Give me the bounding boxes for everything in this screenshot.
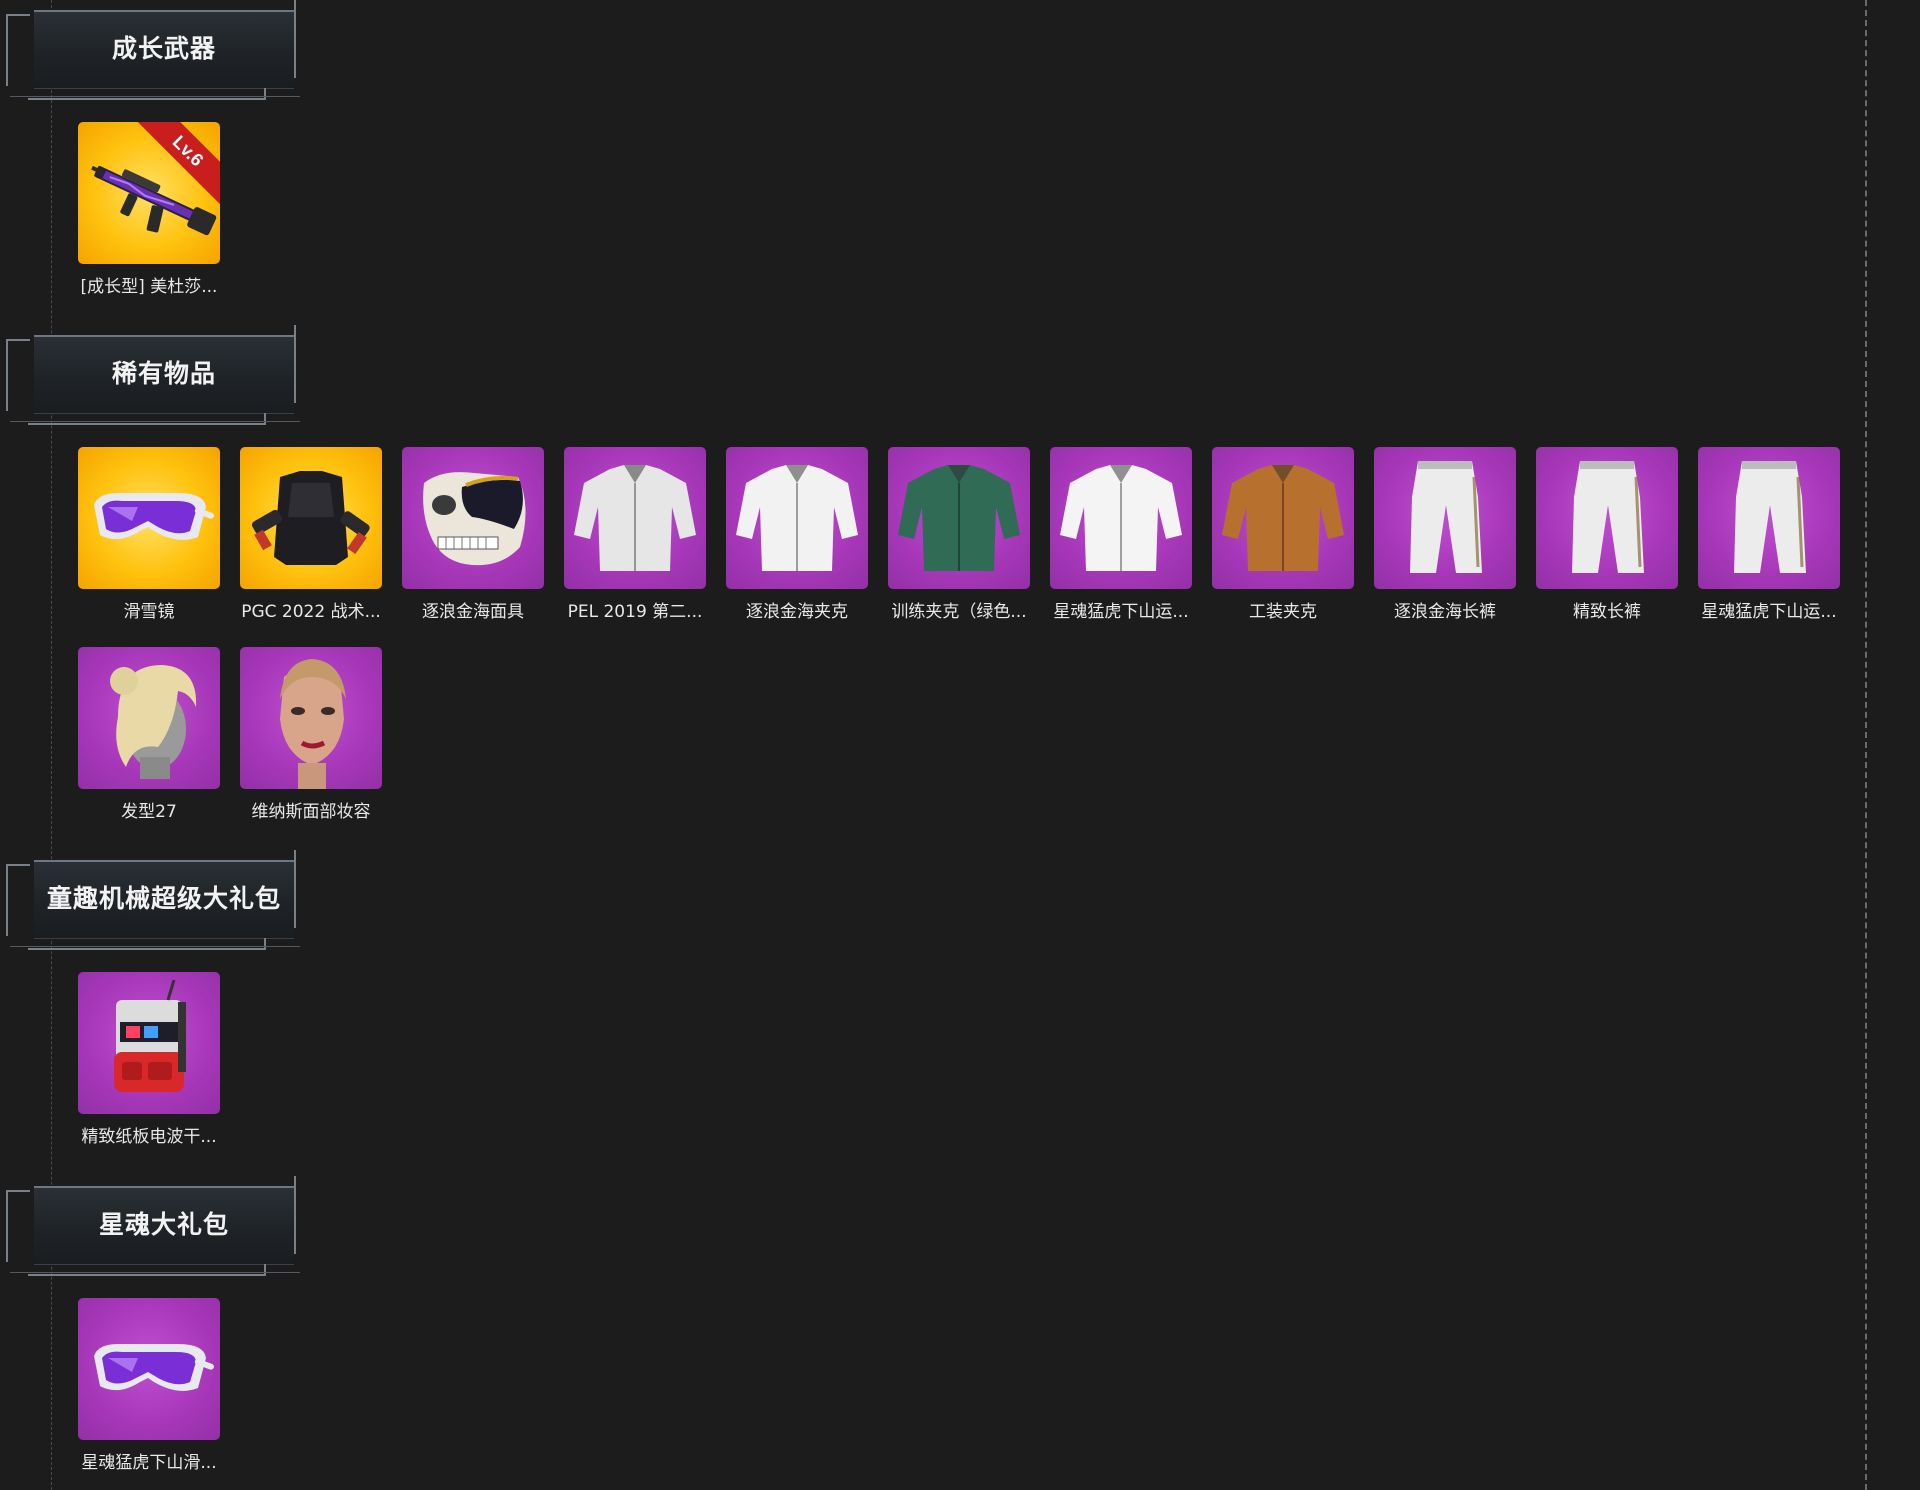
header-divider [10,946,300,947]
item-tile[interactable]: Lv.6 [78,122,220,264]
header-bracket-bottom [28,1264,266,1276]
item-label: [成长型] 美杜莎... [80,277,218,297]
section-header: 童趣机械超级大礼包 [0,850,300,950]
item-label: 逐浪金海夹克 [746,602,848,622]
inventory-item[interactable]: Lv.6 [成长型] 美杜莎... [78,122,220,297]
item-tile[interactable] [1050,447,1192,589]
inventory-item[interactable]: PEL 2019 第二... [564,447,706,622]
inventory-item[interactable]: 训练夹克（绿色... [888,447,1030,622]
header-bracket-left [6,864,30,936]
inventory-item[interactable]: PGC 2022 战术... [240,447,382,622]
item-tile[interactable] [78,647,220,789]
item-tile[interactable] [888,447,1030,589]
item-label: 星魂猛虎下山滑... [81,1453,217,1473]
item-label: 工装夹克 [1249,602,1317,622]
item-tile[interactable] [1212,447,1354,589]
item-tile[interactable] [402,447,544,589]
item-tile[interactable] [564,447,706,589]
item-label: PGC 2022 战术... [241,602,381,622]
header-bracket-left [6,1190,30,1262]
item-label: 逐浪金海长裤 [1394,602,1496,622]
item-tile[interactable] [78,1298,220,1440]
inventory-item[interactable]: 精致纸板电波干... [78,972,220,1147]
header-bracket-bottom [28,88,266,100]
item-label: 发型27 [121,802,177,822]
inventory-item[interactable]: 精致长裤 [1536,447,1678,622]
inventory-item[interactable]: 逐浪金海夹克 [726,447,868,622]
header-bracket-left [6,14,30,86]
item-label: 精致长裤 [1573,602,1641,622]
item-tile[interactable] [240,647,382,789]
item-label: 滑雪镜 [123,602,175,622]
item-tile[interactable] [78,447,220,589]
header-divider [10,1272,300,1273]
item-tile[interactable] [1374,447,1516,589]
inventory-item[interactable]: 星魂猛虎下山运... [1698,447,1840,622]
section-title: 童趣机械超级大礼包 [46,884,281,913]
inventory-item[interactable]: 星魂猛虎下山运... [1050,447,1192,622]
inventory-item[interactable]: 工装夹克 [1212,447,1354,622]
inventory-item[interactable]: 维纳斯面部妆容 [240,647,382,822]
header-bracket-bottom [28,413,266,425]
item-label: 星魂猛虎下山运... [1701,602,1837,622]
section-title: 稀有物品 [111,359,216,388]
item-label: 维纳斯面部妆容 [251,802,371,822]
item-label: 精致纸板电波干... [81,1127,217,1147]
inventory-item[interactable]: 逐浪金海面具 [402,447,544,622]
item-tile[interactable] [240,447,382,589]
item-label: PEL 2019 第二... [567,602,703,622]
item-tile[interactable] [78,972,220,1114]
inventory-item[interactable]: 逐浪金海长裤 [1374,447,1516,622]
section-title: 成长武器 [111,34,216,63]
header-bracket-left [6,339,30,411]
header-divider [10,96,300,97]
item-label: 训练夹克（绿色... [891,602,1027,622]
right-guide-line [1865,0,1867,1490]
item-tile[interactable] [726,447,868,589]
item-tile[interactable] [1698,447,1840,589]
section-header: 稀有物品 [0,325,300,425]
section-title: 星魂大礼包 [98,1210,229,1239]
section-header: 成长武器 [0,0,300,100]
section-header: 星魂大礼包 [0,1176,300,1276]
inventory-item[interactable]: 滑雪镜 [78,447,220,622]
inventory-item[interactable]: 星魂猛虎下山滑... [78,1298,220,1473]
item-tile[interactable] [1536,447,1678,589]
header-divider [10,421,300,422]
header-bracket-bottom [28,938,266,950]
item-label: 星魂猛虎下山运... [1053,602,1189,622]
inventory-item[interactable]: 发型27 [78,647,220,822]
item-label: 逐浪金海面具 [422,602,524,622]
